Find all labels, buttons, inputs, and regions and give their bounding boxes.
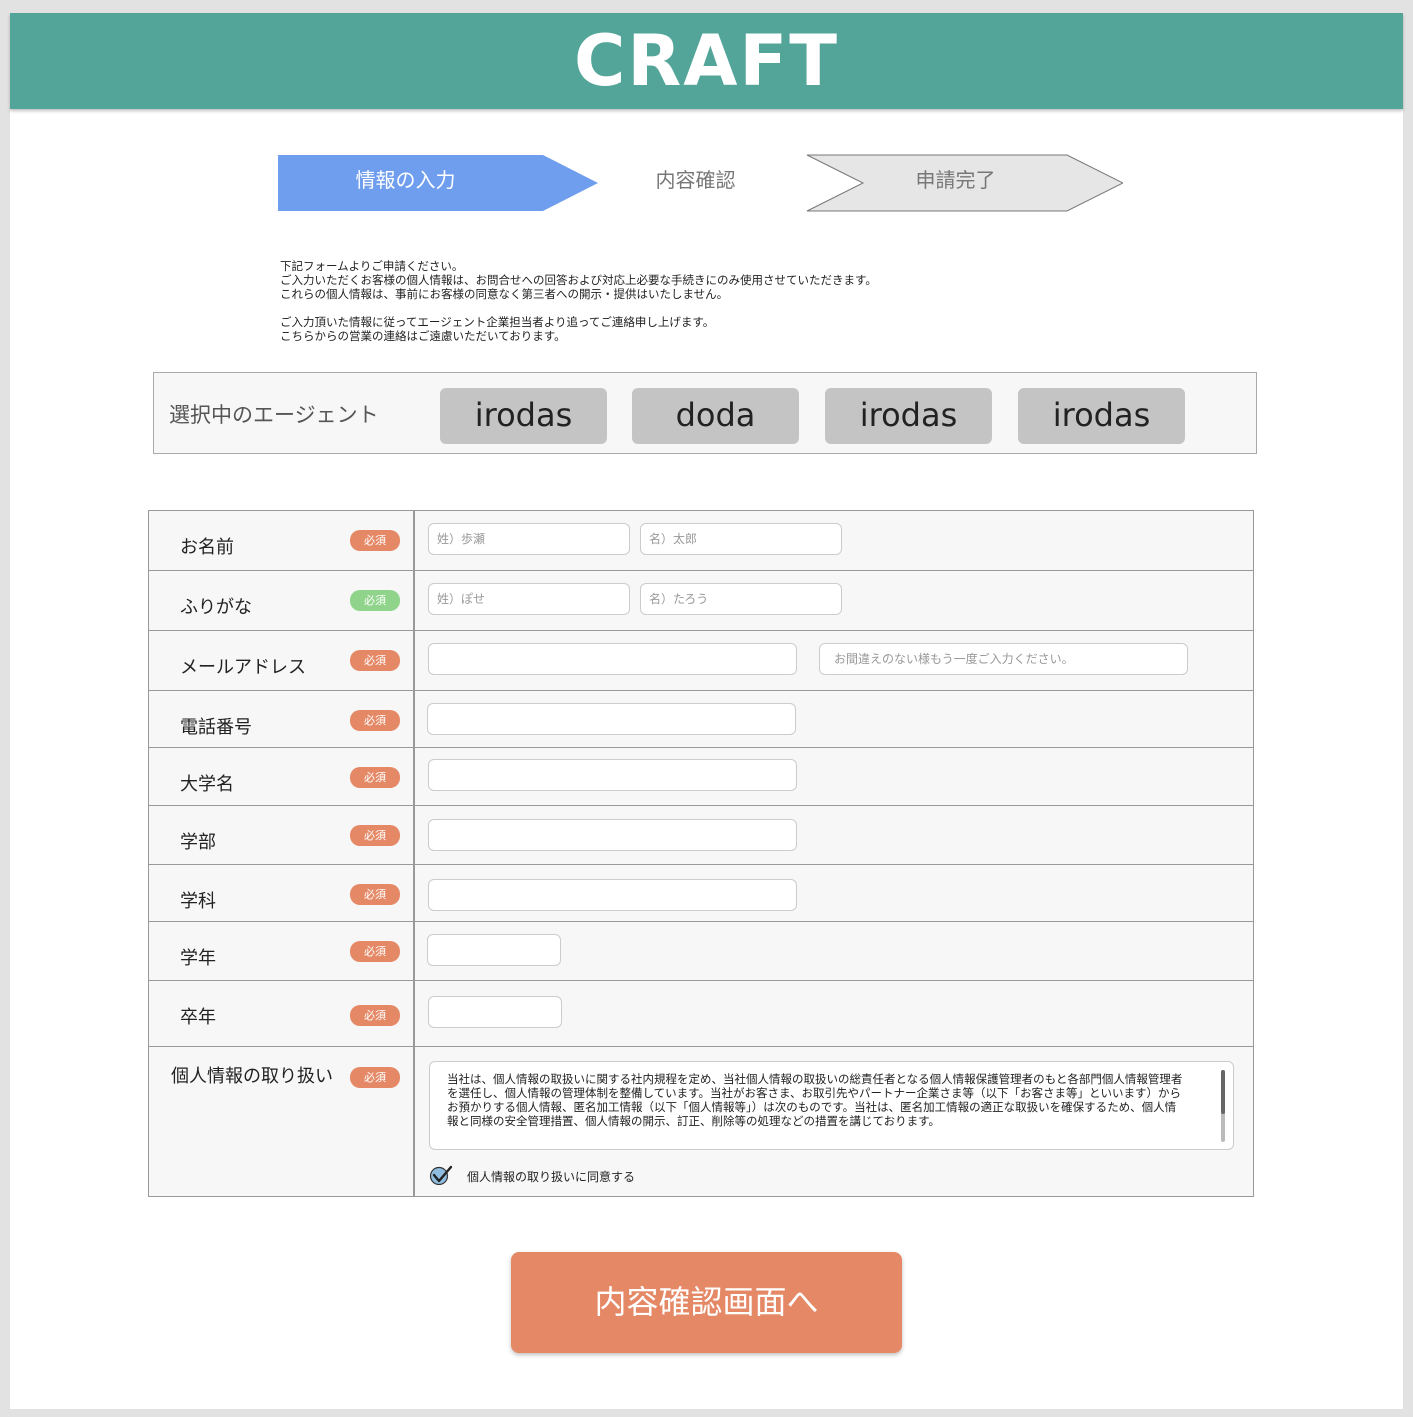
year-input[interactable] [427,934,561,966]
agent-chip[interactable]: irodas [1018,388,1185,444]
required-badge: 必須 [350,884,400,905]
form-row-email: メールアドレス 必須 お間違えのない様もう一度ご入力ください。 [149,631,1253,691]
intro-line: ご入力いただくお客様の個人情報は、お問合せへの回答および対応上必要な手続きにのみ… [280,273,877,287]
selected-agents: 選択中のエージェント irodas doda irodas irodas [153,372,1257,454]
consent-checkbox[interactable] [429,1165,453,1185]
application-form: お名前 必須 姓）歩瀬 名）太郎 ふりがな 必須 姓）ぽせ 名）たろう メールア… [148,510,1254,1197]
agent-chip[interactable]: irodas [440,388,607,444]
required-badge: 必須 [350,530,400,551]
intro-text: 下記フォームよりご申請ください。 ご入力いただくお客様の個人情報は、お問合せへの… [280,259,877,343]
phone-label: 電話番号 [180,717,252,738]
first-name-input[interactable]: 名）太郎 [640,523,842,555]
email-confirm-input[interactable]: お間違えのない様もう一度ご入力ください。 [819,643,1188,675]
faculty-input[interactable] [428,819,797,851]
form-row-grad-year: 卒年 必須 [149,981,1253,1047]
email-input[interactable] [428,643,797,675]
name-label: お名前 [180,537,234,558]
department-input[interactable] [428,879,797,911]
privacy-scrollbar[interactable] [1221,1070,1225,1142]
consent-label: 個人情報の取り扱いに同意する [467,1170,636,1184]
form-row-university: 大学名 必須 [149,748,1253,806]
form-row-name: お名前 必須 姓）歩瀬 名）太郎 [149,511,1253,571]
form-row-faculty: 学部 必須 [149,806,1253,865]
form-row-phone: 電話番号 必須 [149,691,1253,748]
form-row-furigana: ふりがな 必須 姓）ぽせ 名）たろう [149,571,1253,631]
intro-line: ご入力頂いた情報に従ってエージェント企業担当者より追ってご連絡申し上げます。 [280,315,715,329]
progress-steps: 情報の入力 内容確認 申請完了 [278,154,1123,214]
university-input[interactable] [428,759,797,791]
intro-line: こちらからの営業の連絡はご遠慮いただいております。 [280,329,566,343]
page: CRAFT 情報の入力 内容確認 申請完了 下記フォームよりご申請ください。 ご… [10,13,1403,1409]
last-name-input[interactable]: 姓）歩瀬 [428,523,630,555]
form-row-privacy: 個人情報の取り扱い 必須 当社は、個人情報の取扱いに関する社内規程を定め、当社個… [149,1047,1253,1197]
department-label: 学科 [180,891,216,912]
step-3-label: 申請完了 [915,168,996,192]
university-label: 大学名 [180,774,234,795]
required-badge: 必須 [350,941,400,962]
required-badge: 必須 [350,767,400,788]
grad-year-label: 卒年 [180,1007,216,1028]
step-2-label: 内容確認 [655,168,736,192]
required-badge: 必須 [350,825,400,846]
required-badge: 必須 [350,710,400,731]
form-row-department: 学科 必須 [149,865,1253,922]
required-badge: 必須 [350,1005,400,1026]
year-label: 学年 [180,948,216,969]
scrollbar-thumb[interactable] [1221,1070,1225,1114]
first-name-kana-input[interactable]: 名）たろう [640,583,842,615]
required-badge: 必須 [350,1067,400,1088]
form-row-year: 学年 必須 [149,922,1253,981]
header: CRAFT [10,13,1403,109]
last-name-kana-input[interactable]: 姓）ぽせ [428,583,630,615]
agent-chip[interactable]: irodas [825,388,992,444]
privacy-policy-text: 当社は、個人情報の取扱いに関する社内規程を定め、当社個人情報の取扱いの総責任者と… [447,1072,1183,1128]
furigana-label: ふりがな [180,597,252,618]
grad-year-input[interactable] [428,996,562,1028]
step-1-label: 情報の入力 [355,168,456,192]
agent-chip[interactable]: doda [632,388,799,444]
intro-line: これらの個人情報は、事前にお客様の同意なく第三者への開示・提供はいたしません。 [280,287,729,301]
required-badge: 必須 [350,650,400,671]
faculty-label: 学部 [180,832,216,853]
confirm-button[interactable]: 内容確認画面へ [511,1252,902,1353]
required-badge: 必須 [350,590,400,611]
phone-input[interactable] [427,703,796,735]
privacy-label: 個人情報の取り扱い [171,1066,333,1087]
intro-line: 下記フォームよりご申請ください。 [280,259,464,273]
email-label: メールアドレス [180,657,306,678]
selected-agents-label: 選択中のエージェント [169,403,379,427]
logo: CRAFT [573,20,839,102]
privacy-policy-textarea[interactable]: 当社は、個人情報の取扱いに関する社内規程を定め、当社個人情報の取扱いの総責任者と… [429,1061,1234,1150]
